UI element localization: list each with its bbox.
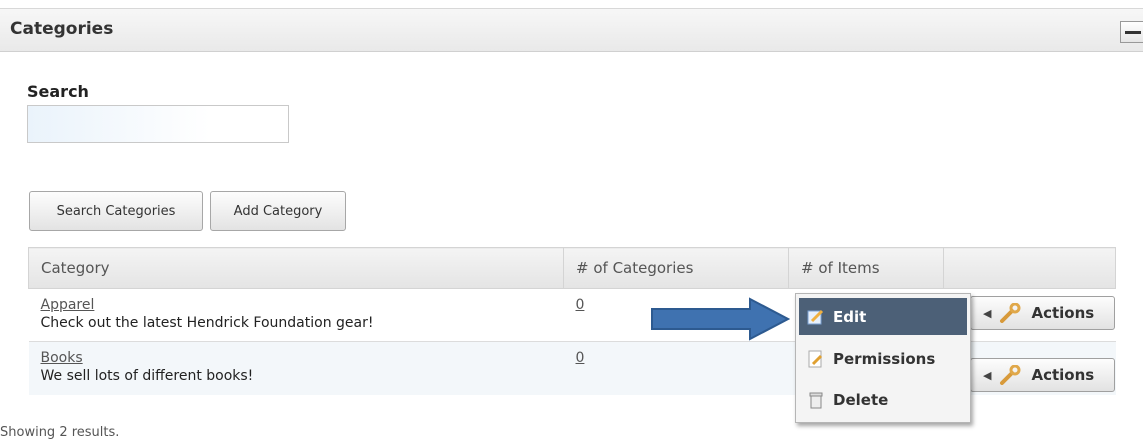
category-description: Check out the latest Hendrick Foundation… — [40, 315, 374, 331]
num-categories-link[interactable]: 0 — [576, 297, 585, 313]
num-categories-cell: 0 — [563, 341, 789, 395]
edit-icon — [807, 309, 824, 324]
menu-item-label: Delete — [833, 390, 889, 409]
actions-label: Actions — [1031, 366, 1095, 384]
menu-item-edit[interactable]: Edit — [799, 298, 967, 335]
category-cell: Books We sell lots of different books! — [28, 341, 564, 395]
panel-title: Categories — [10, 19, 114, 39]
num-categories-link[interactable]: 0 — [576, 350, 585, 366]
menu-item-delete[interactable]: Delete — [799, 381, 967, 418]
search-input[interactable] — [27, 105, 289, 143]
permissions-icon — [808, 350, 823, 367]
collapse-button[interactable] — [1120, 21, 1143, 43]
category-cell: Apparel Check out the latest Hendrick Fo… — [28, 288, 564, 342]
menu-item-label: Permissions — [833, 349, 936, 368]
actions-button[interactable]: ◀ Actions — [970, 296, 1115, 330]
trash-icon — [809, 392, 823, 408]
actions-label: Actions — [1031, 304, 1095, 322]
minus-icon — [1125, 31, 1141, 34]
actions-button[interactable]: ◀ Actions — [970, 358, 1115, 392]
column-header-category[interactable]: Category — [28, 247, 564, 289]
search-categories-button[interactable]: Search Categories — [29, 191, 203, 231]
caret-left-icon: ◀ — [983, 306, 992, 320]
wrench-icon — [1000, 303, 1021, 323]
category-description: We sell lots of different books! — [40, 368, 254, 384]
menu-item-permissions[interactable]: Permissions — [799, 340, 967, 377]
column-header-actions — [943, 247, 1116, 289]
pointer-arrow — [651, 297, 790, 341]
column-header-num-items[interactable]: # of Items — [788, 247, 944, 289]
wrench-icon — [1000, 365, 1021, 385]
category-link[interactable]: Books — [41, 350, 83, 366]
results-count: Showing 2 results. — [0, 425, 120, 440]
column-header-num-categories[interactable]: # of Categories — [563, 247, 789, 289]
panel-header: Categories — [0, 8, 1143, 52]
category-link[interactable]: Apparel — [41, 297, 95, 313]
search-label: Search — [27, 82, 89, 101]
add-category-button[interactable]: Add Category — [210, 191, 346, 231]
menu-item-label: Edit — [833, 307, 867, 326]
table-header-row: Category # of Categories # of Items — [28, 247, 1116, 289]
caret-left-icon: ◀ — [983, 368, 992, 382]
actions-dropdown-menu: Edit Permissions Delete — [795, 293, 971, 423]
